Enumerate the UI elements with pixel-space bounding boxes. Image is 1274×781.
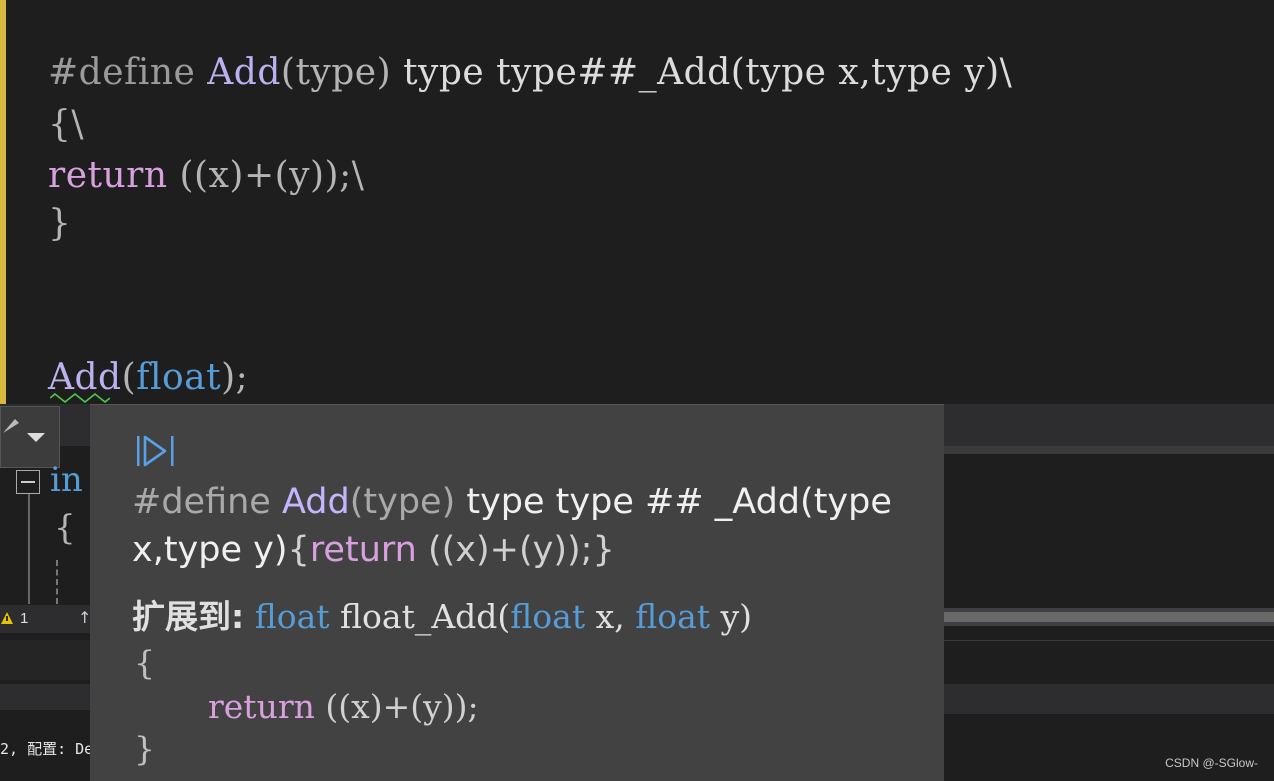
float-type: float <box>254 597 330 636</box>
collapse-toggle[interactable] <box>16 470 40 494</box>
return-keyword: return <box>208 687 315 726</box>
return-keyword: return <box>309 530 417 570</box>
code-line-3: return ((x)+(y));\ <box>48 158 364 194</box>
return-expr: ((x)+(y));\ <box>167 155 365 196</box>
partial-brace: { <box>54 508 76 548</box>
squiggle-underline <box>50 393 110 403</box>
horizontal-scrollbar[interactable] <box>944 608 1274 626</box>
return-keyword: return <box>48 155 168 196</box>
macro-invocation[interactable]: Add <box>48 357 122 398</box>
param-x: x, <box>585 597 636 636</box>
expansion-open-brace: { <box>134 643 155 682</box>
macro-body: type type ## _Add( <box>455 482 814 522</box>
status-text: 2, 配置: De <box>0 740 94 758</box>
float-type: float <box>635 597 711 636</box>
type-token: type <box>813 482 892 522</box>
paren: ( <box>280 52 296 93</box>
output-panel-right <box>944 640 1274 685</box>
macro-body: type type##_Add(type x,type y)\ <box>391 52 1013 93</box>
expand-macro-icon[interactable] <box>135 433 179 469</box>
macro-param: type <box>295 52 377 93</box>
function-name: float_Add( <box>329 597 511 636</box>
expansion-signature: 扩展到: float float_Add(float x, float y) <box>132 600 752 633</box>
code-line-1: #define Add(type) type type##_Add(type x… <box>48 55 1012 91</box>
return-expr: ((x)+(y)); <box>314 687 479 726</box>
indent-guide <box>56 560 60 604</box>
error-status-bar: 1 ↑ <box>0 605 91 633</box>
scrollbar-thumb[interactable] <box>944 612 1274 622</box>
expansion-return-line: return ((x)+(y)); <box>208 690 479 723</box>
paren: ); <box>221 357 249 398</box>
pane-divider <box>944 446 1274 454</box>
warning-icon[interactable] <box>0 611 14 625</box>
panel-tab-strip <box>0 684 90 710</box>
expansion-close-brace: } <box>134 729 155 768</box>
warning-count[interactable]: 1 <box>20 610 28 627</box>
minus-icon <box>21 481 35 483</box>
macro-param: (type) <box>349 482 456 522</box>
float-type: float <box>510 597 586 636</box>
macro-name[interactable]: Add <box>207 52 281 93</box>
macro-name: Add <box>281 482 350 522</box>
define-directive: #define <box>132 482 282 522</box>
brace: { <box>287 530 310 570</box>
return-expr: ((x)+(y));} <box>416 530 615 570</box>
param-y: y) <box>710 597 753 636</box>
macro-definition-line-2: x,type y){return ((x)+(y));} <box>132 533 615 568</box>
macro-body: x,type y) <box>132 530 288 570</box>
code-line-2: {\ <box>48 104 85 145</box>
define-directive: #define <box>48 52 196 93</box>
pin-icon <box>3 419 19 433</box>
code-line-5: Add(float); <box>48 360 248 396</box>
partial-keyword: in <box>50 460 83 500</box>
outline-line <box>28 494 30 604</box>
output-panel <box>0 640 90 680</box>
expand-label: 扩展到: <box>132 597 245 636</box>
float-type: float <box>136 357 222 398</box>
macro-definition-line-1: #define Add(type) type type ## _Add(type <box>132 485 892 520</box>
code-line-4: } <box>48 203 72 244</box>
watermark: CSDN @-SGlow- <box>1165 756 1258 770</box>
chevron-down-icon <box>27 433 45 442</box>
paren: ) <box>376 52 392 93</box>
panel-tab-strip-right <box>944 684 1274 714</box>
navigation-dropdown[interactable] <box>0 406 60 468</box>
paren: ( <box>121 357 137 398</box>
